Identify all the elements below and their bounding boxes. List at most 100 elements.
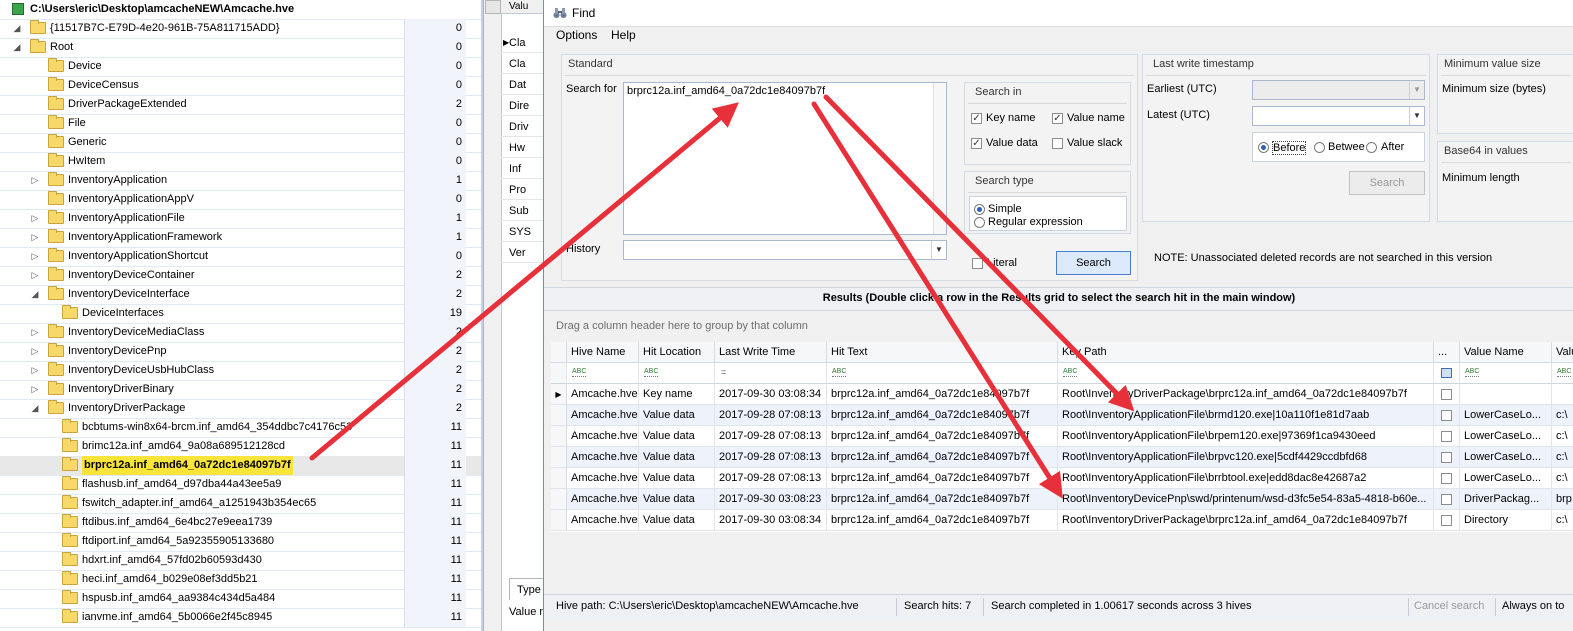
result-cell-val[interactable]: c:\ (1552, 510, 1573, 531)
between-radio[interactable] (1314, 142, 1325, 153)
results-grid[interactable]: Hive Name ABC Hit Location ABC Last Write Ti… (551, 342, 1573, 532)
key-name-checkbox[interactable]: ✓ (971, 113, 982, 124)
result-cell-vname[interactable]: Directory (1460, 510, 1552, 531)
column-header[interactable]: Value Name (1460, 342, 1552, 363)
title-bar[interactable]: Find (544, 0, 1573, 27)
values-header[interactable]: Valu (501, 0, 544, 14)
tree-item[interactable]: File 0 (0, 114, 481, 134)
value-row[interactable]: Pro (501, 180, 544, 200)
tree-item[interactable]: hspusb.inf_amd64_aa9384c434d5a484 11 (0, 589, 481, 609)
value-row[interactable]: Ver (501, 243, 544, 263)
scroll-up-button[interactable] (485, 0, 501, 14)
result-cell-path[interactable]: Root\InventoryApplicationFile\brrbtool.e… (1058, 468, 1434, 489)
tab-type[interactable]: Type (509, 578, 544, 600)
group-by-hint[interactable]: Drag a column header here to group by th… (556, 320, 808, 332)
tree-item[interactable]: DeviceCensus 0 (0, 76, 481, 96)
result-cell-vname[interactable]: LowerCaseLo... (1460, 405, 1552, 426)
tree-item[interactable]: ◢ Root 0 (0, 38, 481, 58)
tree-item[interactable]: ▷ InventoryApplicationShortcut 0 (0, 247, 481, 267)
result-row[interactable]: Amcache.hve Value data 2017-09-30 03:08:23… (551, 489, 1573, 510)
column-header[interactable]: Hit Text (827, 342, 1058, 363)
result-cell-checkbox[interactable] (1434, 426, 1460, 447)
result-cell-vname[interactable]: LowerCaseLo... (1460, 468, 1552, 489)
row-checkbox[interactable] (1441, 431, 1452, 442)
result-cell-loc[interactable]: Value data (639, 405, 715, 426)
value-row[interactable]: Driv (501, 117, 544, 137)
result-cell-vname[interactable] (1460, 384, 1552, 405)
row-selector[interactable] (551, 426, 567, 447)
result-cell-loc[interactable]: Value data (639, 489, 715, 510)
expand-icon[interactable]: ▷ (30, 380, 40, 399)
result-cell-hit[interactable]: brprc12a.inf_amd64_0a72dc1e84097b7f (827, 489, 1058, 510)
value-row[interactable]: Sub (501, 201, 544, 221)
result-cell-hive[interactable]: Amcache.hve (567, 489, 639, 510)
tree-item[interactable]: ▷ InventoryDeviceUsbHubClass 2 (0, 361, 481, 381)
row-selector[interactable] (551, 468, 567, 489)
timestamp-search-button[interactable]: Search (1349, 171, 1425, 195)
value-slack-checkbox[interactable] (1052, 138, 1063, 149)
column-header[interactable]: Key Path (1058, 342, 1434, 363)
row-checkbox[interactable] (1441, 452, 1452, 463)
before-radio[interactable] (1258, 142, 1269, 153)
expand-icon[interactable]: ▷ (30, 323, 40, 342)
column-filter[interactable]: ABC (1058, 363, 1434, 384)
row-checkbox[interactable] (1441, 389, 1452, 400)
tree-item[interactable]: flashusb.inf_amd64_d97dba44a43ee5a9 11 (0, 475, 481, 495)
result-cell-vname[interactable]: LowerCaseLo... (1460, 426, 1552, 447)
result-cell-hive[interactable]: Amcache.hve (567, 468, 639, 489)
row-selector[interactable] (551, 447, 567, 468)
tree-item[interactable]: ftdiport.inf_amd64_5a92355905133680 11 (0, 532, 481, 552)
search-scrollbar[interactable] (933, 83, 946, 234)
result-cell-checkbox[interactable] (1434, 468, 1460, 489)
tree-item[interactable]: bcbtums-win8x64-brcm.inf_amd64_354ddbc7c… (0, 418, 481, 438)
tree-item[interactable]: ◢ InventoryDeviceInterface 2 (0, 285, 481, 305)
menu-help[interactable]: Help (611, 28, 636, 42)
result-cell-loc[interactable]: Key name (639, 384, 715, 405)
tree-item[interactable]: Device 0 (0, 57, 481, 77)
tree-item[interactable]: heci.inf_amd64_b029e08ef3dd5b21 11 (0, 570, 481, 590)
tree-item[interactable]: InventoryApplicationAppV 0 (0, 190, 481, 210)
tree-item[interactable]: ▷ InventoryDevicePnp 2 (0, 342, 481, 362)
result-cell-time[interactable]: 2017-09-28 07:08:13 (715, 405, 827, 426)
result-cell-vname[interactable]: LowerCaseLo... (1460, 447, 1552, 468)
result-cell-vname[interactable]: DriverPackag... (1460, 489, 1552, 510)
value-row[interactable]: Hw (501, 138, 544, 158)
result-cell-hit[interactable]: brprc12a.inf_amd64_0a72dc1e84097b7f (827, 405, 1058, 426)
after-radio[interactable] (1366, 142, 1377, 153)
column-filter[interactable]: = (715, 363, 827, 384)
tree-item[interactable]: HwItem 0 (0, 152, 481, 172)
result-cell-hive[interactable]: Amcache.hve (567, 510, 639, 531)
search-button[interactable]: Search (1056, 251, 1131, 275)
collapse-icon[interactable]: ◢ (30, 285, 40, 304)
expand-icon[interactable]: ▷ (30, 361, 40, 380)
tree-item[interactable]: Generic 0 (0, 133, 481, 153)
result-cell-hit[interactable]: brprc12a.inf_amd64_0a72dc1e84097b7f (827, 468, 1058, 489)
result-row[interactable]: Amcache.hve Value data 2017-09-28 07:08:13… (551, 405, 1573, 426)
tree-item[interactable]: ◢ InventoryDriverPackage 2 (0, 399, 481, 419)
tree-item[interactable]: ▷ InventoryApplicationFile 1 (0, 209, 481, 229)
expand-icon[interactable]: ▷ (30, 342, 40, 361)
result-row[interactable]: Amcache.hve Value data 2017-09-30 03:08:34… (551, 510, 1573, 531)
column-filter[interactable]: ABC (567, 363, 639, 384)
result-cell-checkbox[interactable] (1434, 489, 1460, 510)
result-cell-loc[interactable]: Value data (639, 426, 715, 447)
row-selector[interactable]: ▶ (551, 384, 567, 405)
row-selector[interactable] (551, 405, 567, 426)
regex-radio[interactable] (974, 217, 985, 228)
tree-item[interactable]: hdxrt.inf_amd64_57fd02b60593d430 11 (0, 551, 481, 571)
result-cell-hit[interactable]: brprc12a.inf_amd64_0a72dc1e84097b7f (827, 426, 1058, 447)
tree-item[interactable]: ◢ {11517B7C-E79D-4e20-961B-75A811715ADD} 0 (0, 19, 481, 39)
column-header[interactable]: Last Write Time (715, 342, 827, 363)
result-cell-hive[interactable]: Amcache.hve (567, 447, 639, 468)
tree-item[interactable]: ▷ InventoryApplicationFramework 1 (0, 228, 481, 248)
result-cell-loc[interactable]: Value data (639, 510, 715, 531)
cancel-search-button[interactable]: Cancel search (1414, 600, 1484, 612)
latest-dropdown[interactable]: ▼ (1252, 106, 1425, 126)
row-checkbox[interactable] (1441, 473, 1452, 484)
value-row[interactable]: Dire (501, 96, 544, 116)
result-row[interactable]: Amcache.hve Value data 2017-09-28 07:08:13… (551, 426, 1573, 447)
result-cell-time[interactable]: 2017-09-28 07:08:13 (715, 447, 827, 468)
registry-tree[interactable]: C:\Users\eric\Desktop\amcacheNEW\Amcache… (0, 0, 483, 631)
column-header[interactable]: Valu (1552, 342, 1573, 363)
result-row[interactable]: Amcache.hve Value data 2017-09-28 07:08:13… (551, 447, 1573, 468)
